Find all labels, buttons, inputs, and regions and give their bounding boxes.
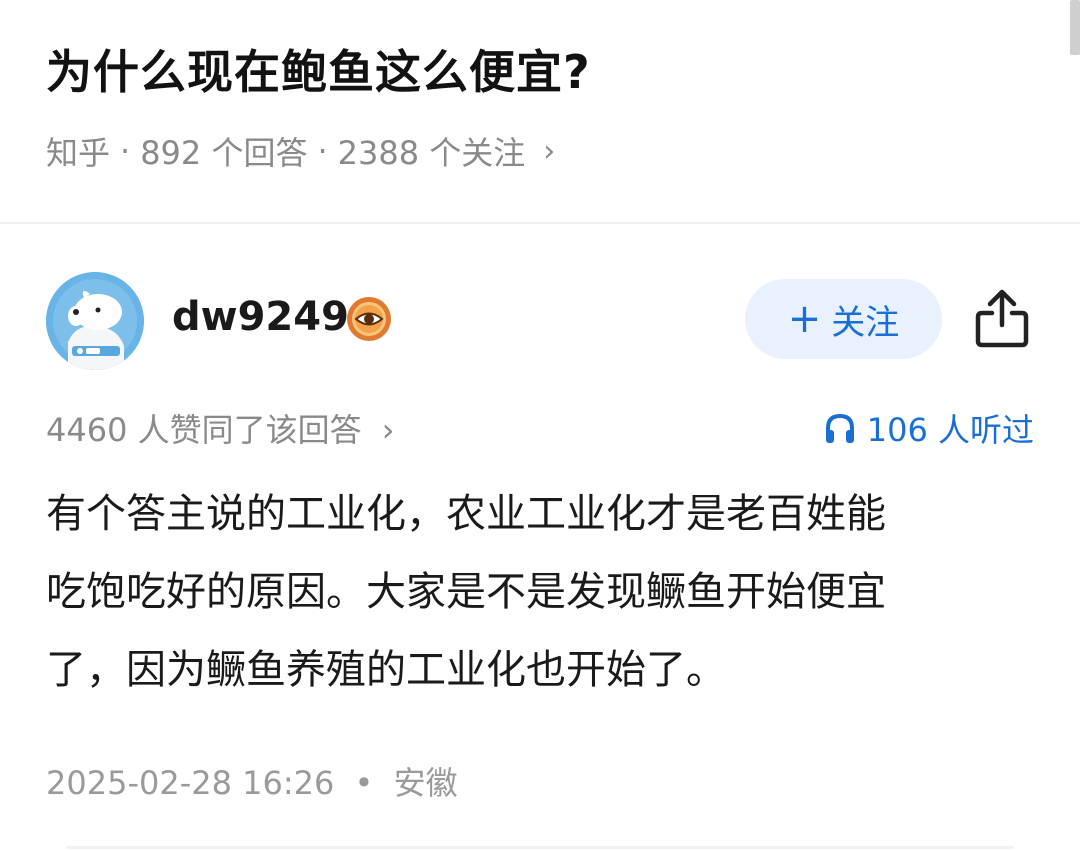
content-line: 了，因为鳜鱼养殖的工业化也开始了。 [46,647,726,693]
scrollbar[interactable] [1070,0,1080,55]
content-line: 有个答主说的工业化，农业工业化才是老百姓能 [46,491,886,537]
follower-count: 2388 个关注 [337,134,526,172]
upvote-count: 4460 人赞同了该回答 [46,411,362,449]
answer-date: 2025-02-28 16:26 [46,764,335,802]
meta-dot: • [354,764,374,802]
upvote-summary[interactable]: 4460 人赞同了该回答 › [46,405,395,451]
meta-separator: · [317,132,328,170]
divider [0,222,1080,224]
listen-label: 106 人听过 [866,411,1034,449]
avatar-image [46,272,144,370]
content-line: 吃饱吃好的原因。大家是不是发现鳜鱼开始便宜 [46,569,886,615]
chevron-right-icon: › [543,133,556,169]
source-label: 知乎 [46,134,111,172]
avatar[interactable] [46,272,144,370]
listen-count[interactable]: 106 人听过 [823,405,1034,451]
meta-separator: · [120,132,131,170]
eye-badge-icon[interactable] [346,296,392,342]
question-title[interactable]: 为什么现在鲍鱼这么便宜? [46,36,591,102]
follow-label: 关注 [831,302,900,343]
answer-count: 892 个回答 [140,134,308,172]
chevron-right-icon: › [381,411,395,449]
answer-meta: 2025-02-28 16:26 • 安徽 [46,758,458,804]
question-meta[interactable]: 知乎 · 892 个回答 · 2388 个关注 › [46,128,555,174]
plus-icon: + [787,296,822,342]
share-icon[interactable] [972,287,1032,349]
divider [66,846,1014,849]
author-name[interactable]: dw9249 [172,294,349,340]
answer-location: 安徽 [393,764,458,802]
answer-content[interactable]: 有个答主说的工业化，农业工业化才是老百姓能 吃饱吃好的原因。大家是不是发现鳜鱼开… [46,475,1026,709]
follow-button[interactable]: + 关注 [745,279,942,359]
headphone-icon [825,413,854,443]
